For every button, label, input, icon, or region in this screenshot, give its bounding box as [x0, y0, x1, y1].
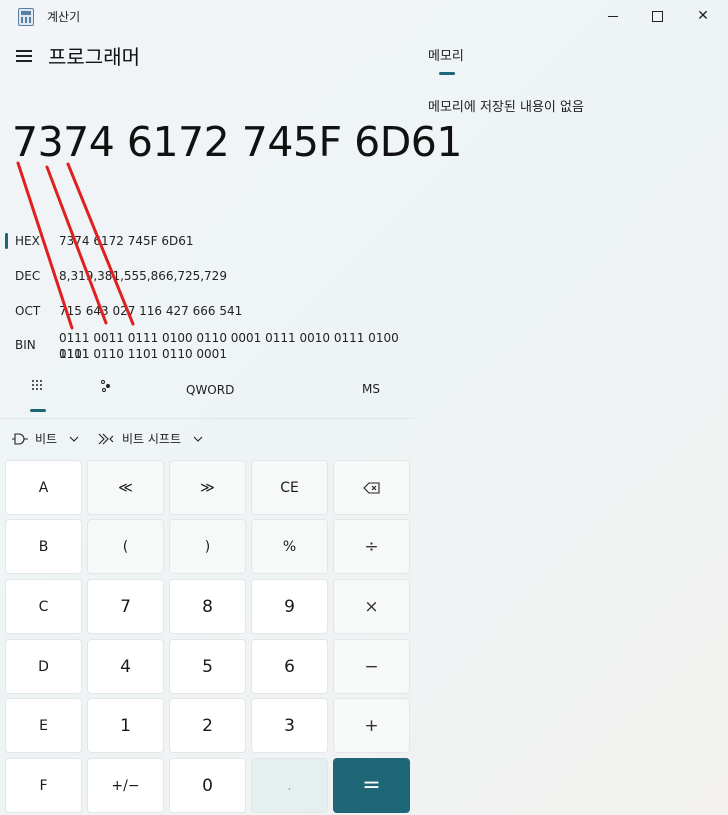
digit-1-key[interactable]: 1: [87, 698, 164, 753]
equals-button[interactable]: =: [333, 758, 410, 813]
decimal-key[interactable]: .: [251, 758, 328, 813]
hamburger-menu-icon[interactable]: [16, 50, 32, 62]
digit-4-key[interactable]: 4: [87, 639, 164, 694]
negate-key[interactable]: +/−: [87, 758, 164, 813]
backspace-icon: [362, 481, 380, 494]
memory-tab-indicator: [439, 72, 455, 75]
digit-7-key[interactable]: 7: [87, 579, 164, 634]
hex-c-key[interactable]: C: [5, 579, 82, 634]
digit-3-key[interactable]: 3: [251, 698, 328, 753]
hex-a-key[interactable]: A: [5, 460, 82, 515]
chevron-down-icon: [69, 432, 79, 446]
digit-8-key[interactable]: 8: [169, 579, 246, 634]
modulo-key[interactable]: %: [251, 519, 328, 574]
logic-gate-icon: [12, 432, 28, 445]
result-display: 7374 6172 745F 6D61: [12, 118, 462, 166]
radix-row-dec[interactable]: DEC 8,319,381,555,866,725,729: [0, 267, 410, 297]
digit-9-key[interactable]: 9: [251, 579, 328, 634]
memory-store-button[interactable]: MS: [362, 382, 380, 396]
hex-e-key[interactable]: E: [5, 698, 82, 753]
close-paren-key[interactable]: ): [169, 519, 246, 574]
multiply-key[interactable]: ×: [333, 579, 410, 634]
close-icon: ✕: [697, 8, 709, 24]
memory-empty-message: 메모리에 저장된 내용이 없음: [428, 100, 584, 115]
bit-toggling-keypad-icon[interactable]: [99, 379, 113, 396]
subtract-key[interactable]: −: [333, 639, 410, 694]
bit-shift-icon: [98, 433, 114, 444]
bit-shift-label: 비트 시프트: [122, 432, 182, 446]
open-paren-key[interactable]: (: [87, 519, 164, 574]
left-shift-key[interactable]: ≪: [87, 460, 164, 515]
bitwise-label: 비트: [35, 432, 58, 446]
radix-row-oct[interactable]: OCT 715 643 027 116 427 666 541: [0, 302, 410, 332]
mode-title: 프로그래머: [48, 45, 140, 69]
maximize-icon: [651, 10, 663, 22]
word-size-button[interactable]: QWORD: [186, 383, 234, 397]
hex-f-key[interactable]: F: [5, 758, 82, 813]
radix-label: HEX: [15, 234, 40, 248]
radix-value-line: 1111 0110 1101 0110 0001: [59, 347, 227, 361]
full-keypad-icon[interactable]: [31, 379, 45, 396]
calculator-app-icon: [18, 8, 34, 26]
radix-value: 715 643 027 116 427 666 541: [59, 304, 243, 318]
digit-2-key[interactable]: 2: [169, 698, 246, 753]
chevron-down-icon: [193, 432, 203, 446]
radix-value: 8,319,381,555,866,725,729: [59, 269, 227, 283]
hex-b-key[interactable]: B: [5, 519, 82, 574]
radix-label: OCT: [15, 304, 41, 318]
bitwise-dropdown[interactable]: 비트: [11, 430, 79, 447]
selected-tab-indicator: [30, 409, 46, 412]
memory-tab[interactable]: 메모리: [428, 45, 464, 64]
divider: [0, 418, 414, 419]
digit-0-key[interactable]: 0: [169, 758, 246, 813]
minimize-button[interactable]: [590, 0, 636, 32]
digit-5-key[interactable]: 5: [169, 639, 246, 694]
close-button[interactable]: ✕: [680, 0, 726, 32]
divide-key[interactable]: ÷: [333, 519, 410, 574]
radix-row-bin[interactable]: BIN 0111 0011 0111 0100 0110 0001 0111 0…: [0, 330, 410, 364]
window-title: 계산기: [47, 10, 81, 24]
digit-6-key[interactable]: 6: [251, 639, 328, 694]
minimize-icon: [608, 15, 618, 17]
radix-row-hex[interactable]: HEX 7374 6172 745F 6D61: [0, 232, 410, 262]
add-key[interactable]: +: [333, 698, 410, 753]
bit-shift-dropdown[interactable]: 비트 시프트: [98, 430, 203, 447]
radix-label: BIN: [15, 338, 36, 352]
clear-entry-button[interactable]: CE: [251, 460, 328, 515]
radix-value: 7374 6172 745F 6D61: [59, 234, 194, 248]
right-shift-key[interactable]: ≫: [169, 460, 246, 515]
hex-d-key[interactable]: D: [5, 639, 82, 694]
radix-label: DEC: [15, 269, 41, 283]
maximize-button[interactable]: [634, 0, 680, 32]
backspace-button[interactable]: [333, 460, 410, 515]
